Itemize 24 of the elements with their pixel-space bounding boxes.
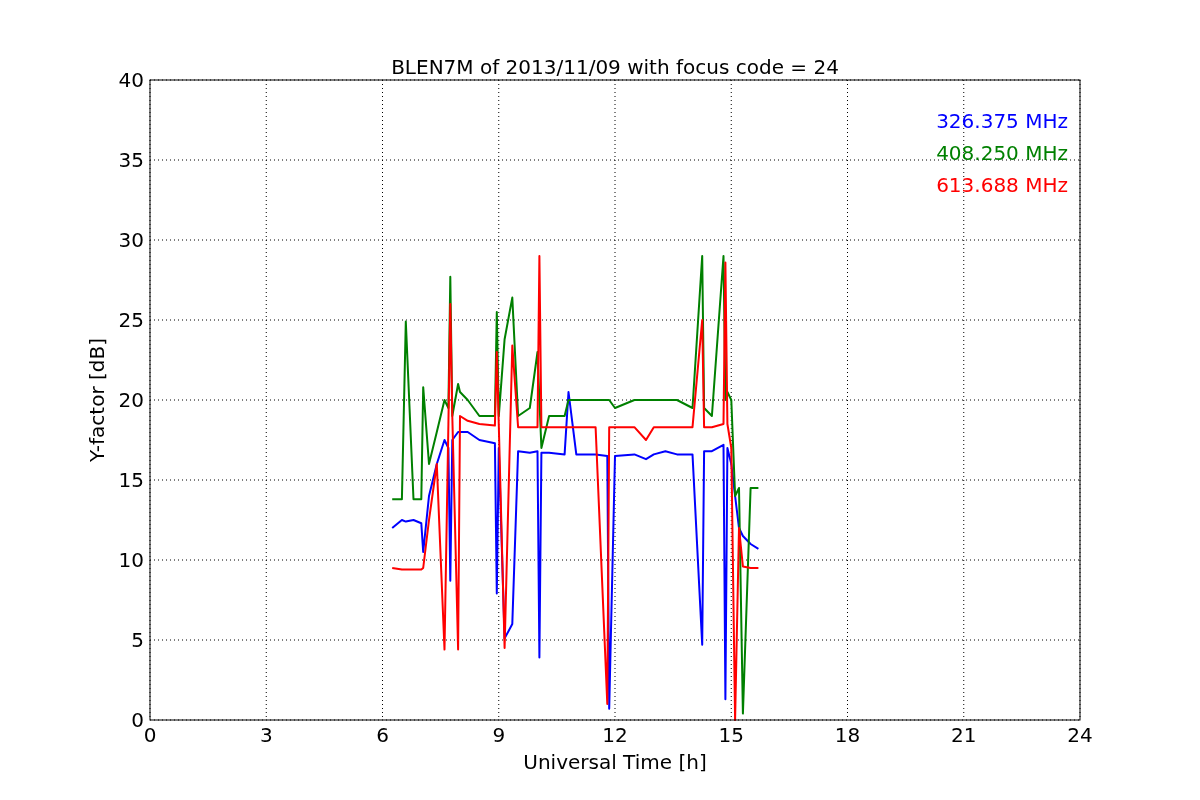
- y-tick-label: 35: [118, 148, 144, 172]
- x-tick-label: 21: [951, 723, 977, 747]
- legend-label: 613.688 MHz: [936, 173, 1068, 197]
- chart-title: BLEN7M of 2013/11/09 with focus code = 24: [391, 55, 839, 79]
- x-tick-label: 9: [492, 723, 506, 747]
- y-tick-label: 5: [131, 628, 144, 652]
- x-tick-label: 12: [602, 723, 628, 747]
- x-tick-label: 6: [376, 723, 389, 747]
- y-tick-label: 30: [118, 228, 144, 252]
- y-tick-label: 40: [118, 68, 144, 92]
- y-tick-label: 20: [118, 388, 144, 412]
- legend-label: 408.250 MHz: [936, 141, 1068, 165]
- x-tick-label: 3: [259, 723, 273, 747]
- legend-label: 326.375 MHz: [936, 109, 1068, 133]
- x-tick-label: 15: [718, 723, 744, 747]
- y-tick-label: 10: [118, 548, 144, 572]
- y-tick-label: 15: [118, 468, 144, 492]
- x-tick-label: 18: [834, 723, 861, 747]
- x-axis-label: Universal Time [h]: [523, 750, 707, 774]
- x-tick-label: 0: [143, 723, 157, 747]
- x-tick-label: 24: [1067, 723, 1093, 747]
- y-axis-label: Y-factor [dB]: [85, 338, 109, 462]
- y-tick-label: 25: [118, 308, 144, 332]
- y-tick-label: 0: [131, 708, 144, 732]
